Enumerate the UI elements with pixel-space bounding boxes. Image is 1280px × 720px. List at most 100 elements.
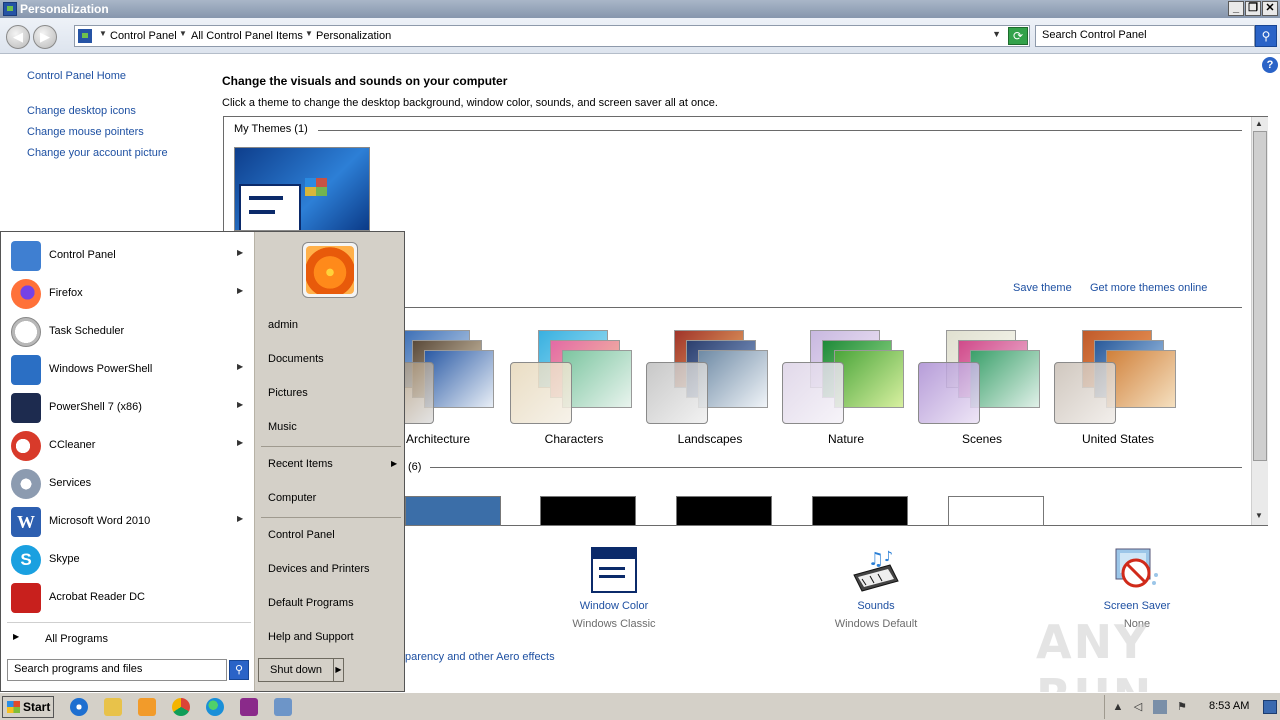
all-programs-button[interactable]: ▶ All Programs	[7, 626, 251, 652]
breadcrumb-personalization[interactable]: Personalization	[316, 30, 391, 42]
sounds-item[interactable]: Sounds Windows Default	[806, 600, 946, 630]
get-more-themes-link[interactable]: Get more themes online	[1090, 282, 1207, 294]
my-theme-thumbnail[interactable]	[234, 147, 370, 231]
acrobat-icon	[11, 583, 41, 613]
show-desktop-icon[interactable]	[1263, 700, 1277, 714]
sounds-icon[interactable]: ♫ ♪	[850, 545, 902, 595]
divider	[405, 307, 1242, 308]
scroll-up-icon[interactable]: ▲	[1255, 119, 1263, 128]
chevron-up-icon[interactable]: ▲	[1111, 700, 1125, 714]
winrar-icon[interactable]	[240, 698, 258, 716]
theme-label: Nature	[827, 432, 865, 446]
explorer-folder-icon[interactable]	[104, 698, 122, 716]
chevron-right-icon: ▶	[237, 362, 244, 371]
sounds-label[interactable]: Sounds	[806, 600, 946, 612]
start-menu-places: admin Documents Pictures Music Recent It…	[254, 232, 404, 691]
window-color-item[interactable]: Window Color Windows Classic	[544, 600, 684, 630]
start-link-computer[interactable]: Computer	[268, 492, 316, 504]
basic-themes-heading: (6)	[408, 461, 428, 473]
control-panel-icon[interactable]	[274, 698, 292, 716]
start-item-skype[interactable]: S Skype	[7, 542, 251, 578]
screen-saver-icon[interactable]	[1112, 545, 1160, 593]
start-link-admin[interactable]: admin	[268, 319, 298, 331]
control-panel-icon	[78, 29, 92, 43]
start-item-task-scheduler[interactable]: Task Scheduler	[7, 314, 251, 350]
start-link-control-panel[interactable]: Control Panel	[268, 529, 335, 541]
start-item-services[interactable]: Services	[7, 466, 251, 502]
refresh-icon[interactable]: ⟳	[1008, 27, 1028, 45]
theme-nature[interactable]: Nature	[782, 330, 912, 446]
change-account-picture-link[interactable]: Change your account picture	[27, 147, 168, 159]
minimize-button[interactable]: _	[1228, 1, 1244, 16]
start-link-documents[interactable]: Documents	[268, 353, 324, 365]
theme-characters[interactable]: Characters	[510, 330, 640, 446]
aero-effects-link[interactable]: parency and other Aero effects	[405, 651, 555, 663]
start-item-windows-powershell[interactable]: Windows PowerShell ▶	[7, 352, 251, 388]
scroll-down-icon[interactable]: ▼	[1255, 511, 1263, 520]
breadcrumb-all-items[interactable]: All Control Panel Items	[191, 30, 303, 42]
start-link-help-support[interactable]: Help and Support	[268, 631, 354, 643]
address-dropdown-icon[interactable]: ▼	[992, 29, 1001, 39]
start-link-default-programs[interactable]: Default Programs	[268, 597, 354, 609]
theme-united-states[interactable]: United States	[1054, 330, 1184, 446]
close-button[interactable]: ✕	[1262, 1, 1278, 16]
start-link-pictures[interactable]: Pictures	[268, 387, 308, 399]
start-item-ccleaner[interactable]: CCleaner ▶	[7, 428, 251, 464]
theme-landscapes[interactable]: Landscapes	[646, 330, 776, 446]
control-panel-home-link[interactable]: Control Panel Home	[27, 70, 126, 82]
media-player-icon[interactable]	[138, 698, 156, 716]
start-item-control-panel[interactable]: Control Panel ▶	[7, 238, 251, 274]
address-box[interactable]: ▼ Control Panel ▼ All Control Panel Item…	[74, 25, 1030, 47]
start-item-label: Acrobat Reader DC	[49, 591, 145, 603]
scroll-thumb[interactable]	[1253, 131, 1267, 461]
help-icon[interactable]: ?	[1262, 57, 1278, 73]
start-item-firefox[interactable]: Firefox ▶	[7, 276, 251, 312]
skype-icon: S	[11, 545, 41, 575]
chrome-icon[interactable]	[172, 698, 190, 716]
theme-label: Characters	[544, 432, 604, 446]
search-icon[interactable]: ⚲	[229, 660, 249, 680]
theme-scenes[interactable]: Scenes	[918, 330, 1048, 446]
edge-icon[interactable]	[206, 698, 224, 716]
volume-icon[interactable]: ◁	[1131, 700, 1145, 714]
divider	[261, 517, 401, 518]
start-item-word[interactable]: W Microsoft Word 2010 ▶	[7, 504, 251, 540]
start-button[interactable]: Start	[2, 696, 54, 718]
chevron-down-icon[interactable]: ▼	[305, 29, 313, 38]
chevron-down-icon[interactable]: ▼	[99, 29, 107, 38]
theme-image	[698, 350, 768, 408]
clock[interactable]: 8:53 AM	[1209, 700, 1249, 712]
chevron-right-icon: ▶	[391, 459, 398, 468]
theme-thumbnail[interactable]	[540, 496, 636, 526]
search-input[interactable]: Search Control Panel	[1035, 25, 1255, 47]
start-link-devices-printers[interactable]: Devices and Printers	[268, 563, 370, 575]
start-item-acrobat[interactable]: Acrobat Reader DC	[7, 580, 251, 616]
theme-thumbnail[interactable]	[405, 496, 501, 526]
shutdown-options-button[interactable]: ▶	[333, 658, 344, 682]
change-desktop-icons-link[interactable]: Change desktop icons	[27, 105, 136, 117]
window-color-icon[interactable]	[591, 547, 637, 593]
shutdown-button[interactable]: Shut down	[258, 658, 334, 682]
themes-scrollbar[interactable]: ▲ ▼	[1251, 117, 1268, 525]
theme-thumbnail[interactable]	[948, 496, 1044, 526]
back-button[interactable]: ◀	[6, 25, 30, 49]
network-icon[interactable]	[1153, 700, 1167, 714]
search-icon[interactable]: ⚲	[1255, 25, 1277, 47]
avatar[interactable]	[302, 242, 358, 298]
window-color-label[interactable]: Window Color	[544, 600, 684, 612]
start-link-music[interactable]: Music	[268, 421, 297, 433]
start-link-recent-items[interactable]: Recent Items	[268, 458, 333, 470]
restore-button[interactable]: ❐	[1245, 1, 1261, 16]
powershell-icon	[11, 355, 41, 385]
theme-thumbnail[interactable]	[812, 496, 908, 526]
start-item-powershell-7[interactable]: PowerShell 7 (x86) ▶	[7, 390, 251, 426]
save-theme-link[interactable]: Save theme	[1013, 282, 1072, 294]
flag-icon[interactable]: ⚑	[1175, 700, 1189, 714]
theme-thumbnail[interactable]	[676, 496, 772, 526]
breadcrumb-control-panel[interactable]: Control Panel	[110, 30, 177, 42]
change-mouse-pointers-link[interactable]: Change mouse pointers	[27, 126, 144, 138]
forward-button[interactable]: ▶	[33, 25, 57, 49]
internet-explorer-icon[interactable]	[70, 698, 88, 716]
start-search-input[interactable]: Search programs and files	[7, 659, 227, 681]
chevron-down-icon[interactable]: ▼	[179, 29, 187, 38]
